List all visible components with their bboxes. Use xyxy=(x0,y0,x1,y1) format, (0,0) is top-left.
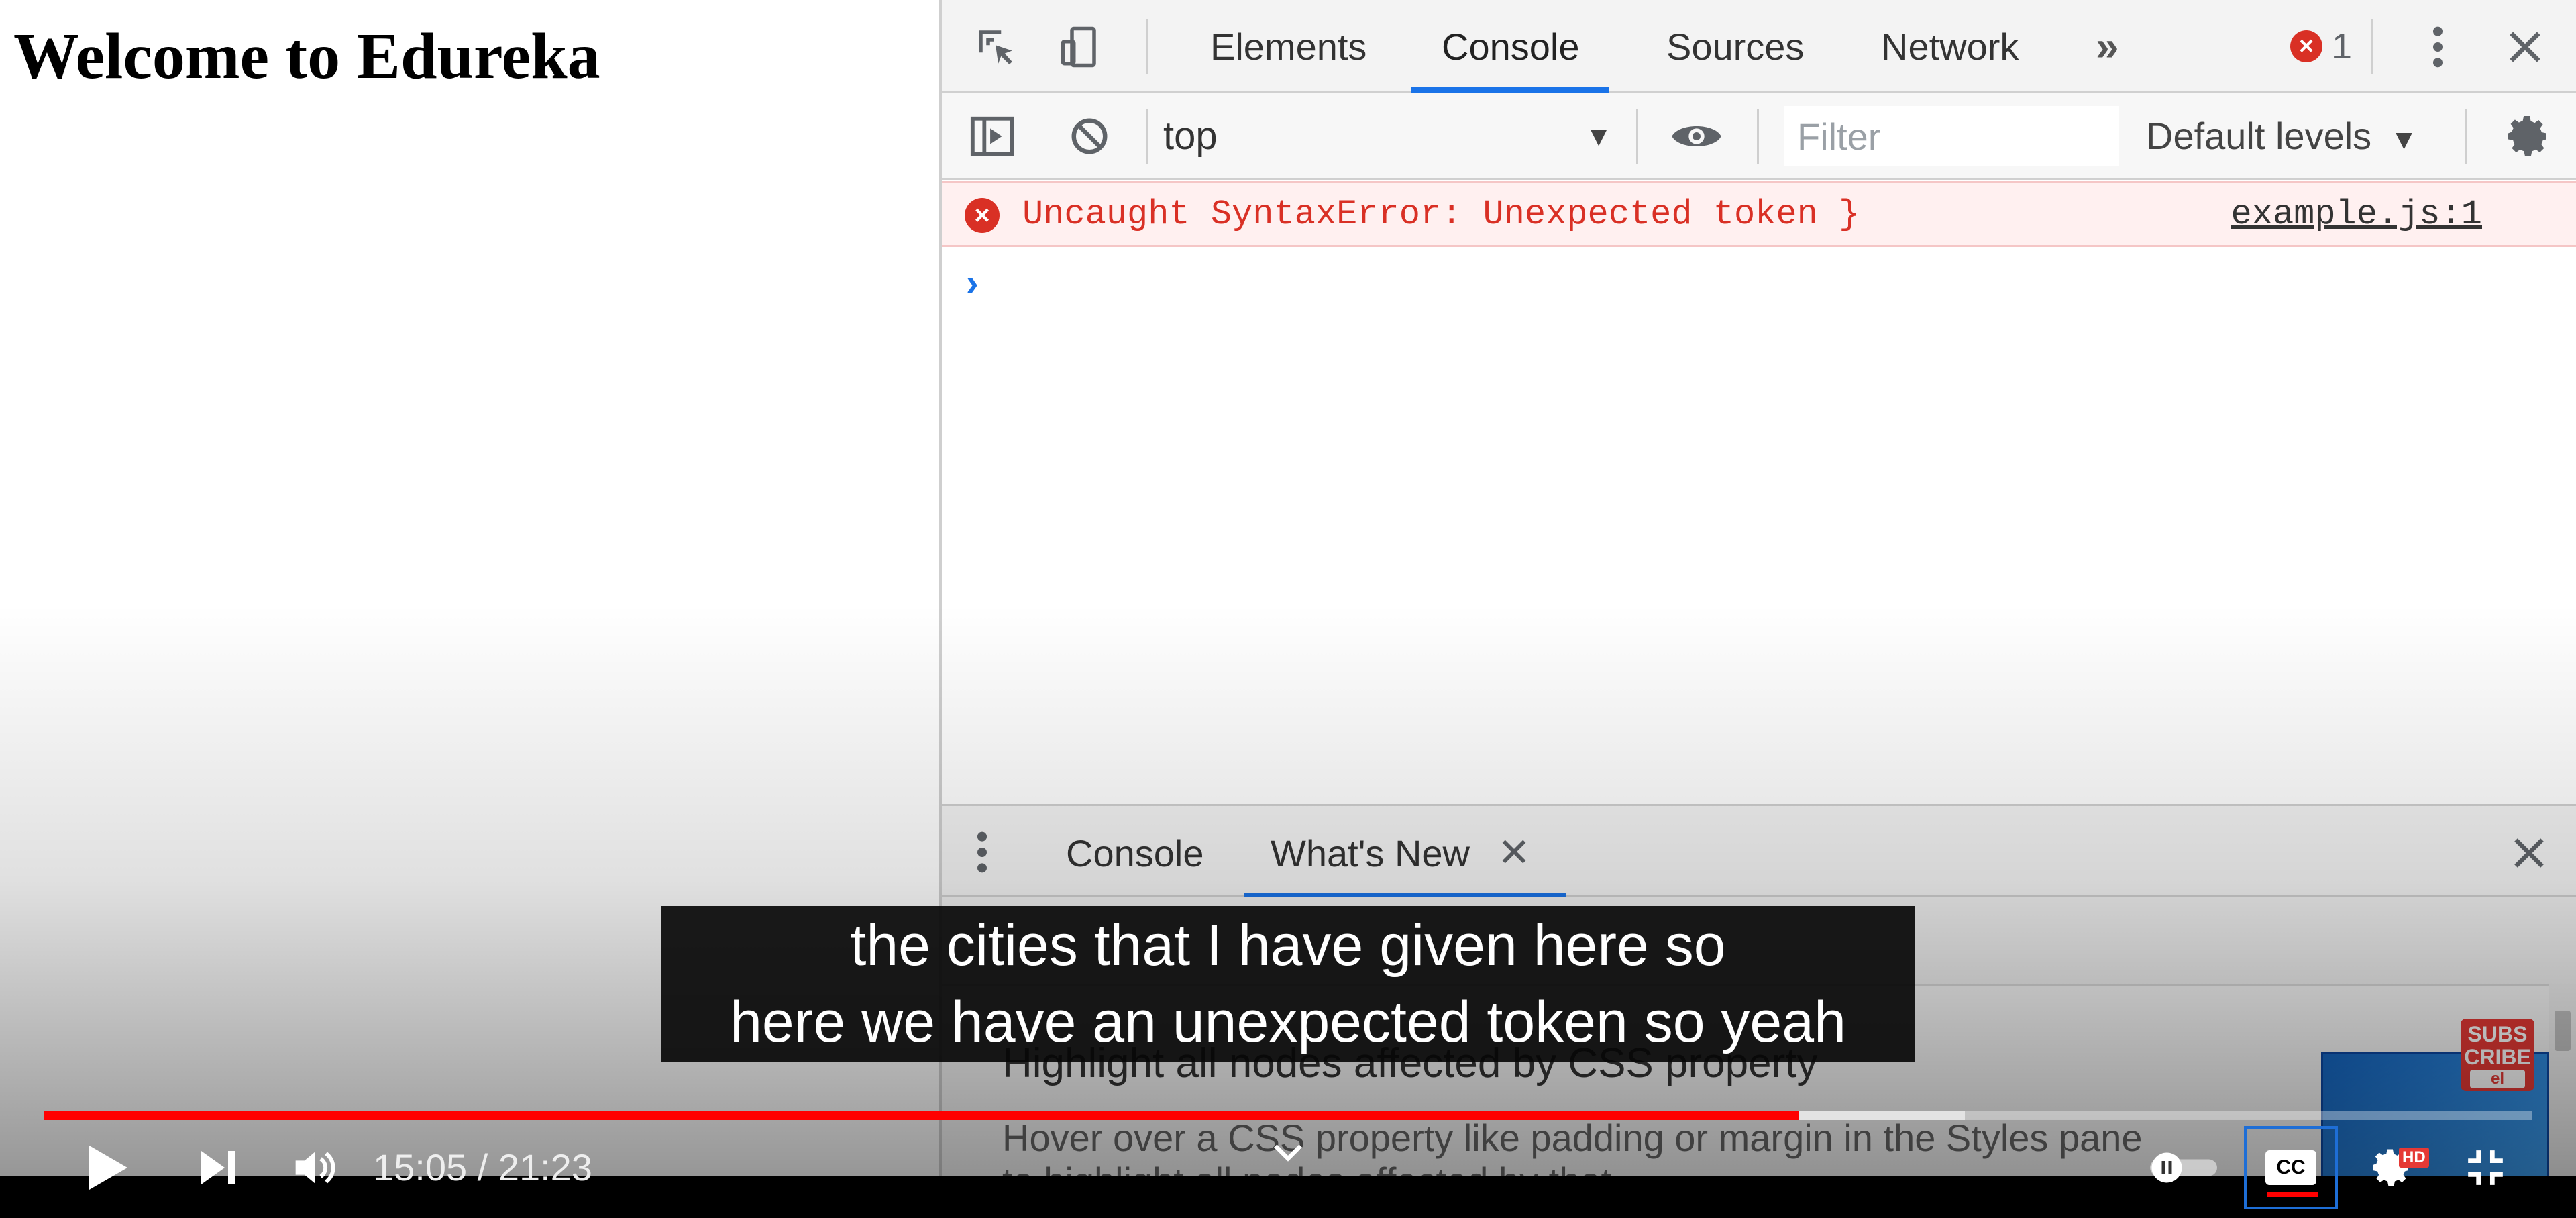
drawer-tab-bar: Console What's New xyxy=(942,804,2576,899)
device-toolbar-icon[interactable] xyxy=(1053,20,1106,74)
console-toolbar: top ▼ Default levels ▼ xyxy=(942,93,2576,180)
subscribe-logo: el xyxy=(2470,1070,2525,1088)
hd-badge: HD xyxy=(2399,1148,2429,1168)
scrollbar-thumb[interactable] xyxy=(2555,1011,2571,1051)
inspect-element-icon[interactable] xyxy=(969,20,1022,74)
drawer-menu-icon[interactable] xyxy=(975,829,989,879)
console-error-message[interactable]: × Uncaught SyntaxError: Unexpected token… xyxy=(942,181,2576,247)
error-count: 1 xyxy=(2332,26,2353,66)
dropdown-caret-icon: ▼ xyxy=(2390,123,2418,155)
show-sidebar-icon[interactable] xyxy=(965,109,1019,163)
more-tabs-button[interactable]: » xyxy=(2089,0,2125,93)
separator xyxy=(2465,109,2467,164)
captions-active-indicator xyxy=(2267,1192,2318,1197)
error-icon: × xyxy=(965,198,1000,233)
separator xyxy=(1146,109,1148,164)
caption-line: the cities that I have given here so xyxy=(850,913,1726,978)
console-prompt-caret[interactable]: › xyxy=(966,260,979,304)
tab-network[interactable]: Network xyxy=(1874,0,2025,93)
clear-console-icon[interactable] xyxy=(1063,109,1116,163)
live-expression-eye-icon[interactable] xyxy=(1670,109,1723,163)
settings-gear-icon[interactable] xyxy=(2502,109,2555,163)
time-display: 15:05 / 21:23 xyxy=(373,1146,592,1188)
dropdown-caret-icon: ▼ xyxy=(1585,120,1613,152)
console-output[interactable]: × Uncaught SyntaxError: Unexpected token… xyxy=(942,180,2576,804)
tab-sources[interactable]: Sources xyxy=(1660,0,1811,93)
settings-icon[interactable]: HD xyxy=(2355,1127,2429,1208)
error-text: Uncaught SyntaxError: Unexpected token } xyxy=(1022,195,1860,234)
separator xyxy=(1146,19,1148,74)
captions-button[interactable]: CC xyxy=(2244,1126,2338,1209)
caption-line: here we have an unexpected token so yeah xyxy=(730,990,1846,1054)
log-levels-selector[interactable]: Default levels ▼ xyxy=(2146,110,2418,162)
kebab-menu-icon[interactable] xyxy=(2411,20,2465,74)
separator xyxy=(1757,109,1759,164)
tab-console[interactable]: Console xyxy=(1411,0,1610,93)
drawer-tab-label: What's New xyxy=(1271,832,1470,874)
levels-value: Default levels xyxy=(2146,115,2372,157)
caption-box: the cities that I have given here so her… xyxy=(661,906,1915,1062)
play-icon[interactable] xyxy=(77,1127,138,1208)
cc-icon: CC xyxy=(2265,1150,2316,1185)
filter-input[interactable] xyxy=(1784,106,2119,166)
error-icon: × xyxy=(2290,30,2322,62)
subscribe-watermark[interactable]: SUBS CRIBE el xyxy=(2461,1019,2534,1091)
progress-played xyxy=(44,1111,1799,1120)
close-devtools-icon[interactable] xyxy=(2498,20,2552,74)
context-value: top xyxy=(1163,114,1218,158)
error-source-link[interactable]: example.js:1 xyxy=(2231,194,2482,236)
close-tab-icon[interactable] xyxy=(1499,836,1529,870)
next-video-icon[interactable] xyxy=(188,1127,248,1208)
tab-elements[interactable]: Elements xyxy=(1203,0,1373,93)
page-heading: Welcome to Edureka xyxy=(13,20,600,93)
video-progress-bar[interactable] xyxy=(44,1111,2532,1120)
chevron-down-icon[interactable] xyxy=(1271,1141,1305,1168)
close-drawer-icon[interactable] xyxy=(2512,835,2546,874)
separator xyxy=(2371,19,2373,74)
autoplay-toggle[interactable] xyxy=(2143,1127,2224,1208)
volume-icon[interactable] xyxy=(282,1127,349,1208)
drawer-tab-console[interactable]: Console xyxy=(1066,806,1203,899)
subscribe-text: SUBS CRIBE xyxy=(2464,1022,2531,1069)
error-count-badge[interactable]: × 1 xyxy=(2290,24,2352,68)
exit-fullscreen-icon[interactable] xyxy=(2449,1127,2522,1208)
context-selector[interactable]: top ▼ xyxy=(1163,110,1626,162)
devtools-tab-bar: Elements Console Sources Network » × 1 xyxy=(942,0,2576,93)
separator xyxy=(1636,109,1638,164)
